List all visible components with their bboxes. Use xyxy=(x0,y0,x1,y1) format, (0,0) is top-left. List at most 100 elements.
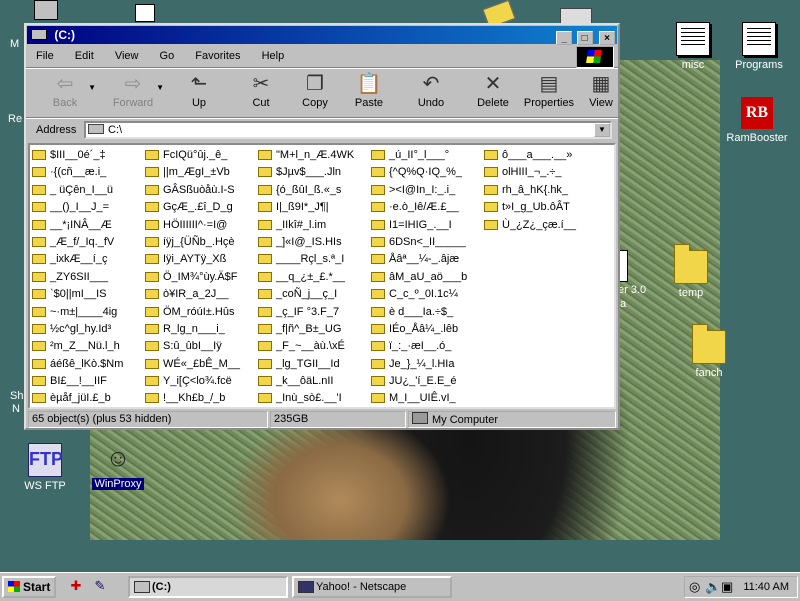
file-item[interactable]: M_I__UIÊ.vI_ xyxy=(371,390,484,407)
file-item[interactable]: _Inù_sò£.__'I xyxy=(258,390,371,407)
file-item[interactable]: Je_}_¼_l.HIa xyxy=(371,356,484,373)
file-item[interactable]: èµåf_jüI.£_b xyxy=(32,390,145,407)
menu-favorites[interactable]: Favorites xyxy=(185,50,248,62)
file-item[interactable]: ||m_ÆgI_±Vb xyxy=(145,164,258,181)
file-item[interactable]: IÉo_Åâ¼_.lêb xyxy=(371,321,484,338)
tray-app-icon[interactable]: ◎ xyxy=(689,579,700,595)
file-item[interactable]: __()_I__J_= xyxy=(32,199,145,216)
file-item[interactable]: 6DSn<_II_____ xyxy=(371,234,484,251)
menu-go[interactable]: Go xyxy=(150,50,183,62)
file-item[interactable]: __q_¿±_£.*__ xyxy=(258,269,371,286)
file-item[interactable]: FcIQü°ûj._ê_ xyxy=(145,147,258,164)
network-icon[interactable]: ▣ xyxy=(721,579,733,595)
title-bar[interactable]: (C:) _ □ × xyxy=(27,26,617,45)
file-item[interactable]: Y_i[Ç<lo¾.fcë xyxy=(145,373,258,390)
file-item[interactable]: áéßê_lKò.$Nm xyxy=(32,356,145,373)
file-item[interactable]: _IIkî#_l.im xyxy=(258,217,371,234)
menu-edit[interactable]: Edit xyxy=(65,50,102,62)
file-item[interactable]: JU¿_'í_E.E_é xyxy=(371,373,484,390)
quicklaunch-swiss-icon[interactable]: ✚ xyxy=(68,578,84,594)
file-item[interactable]: âM_aU_aö___b xyxy=(371,269,484,286)
file-item[interactable]: Åâª__¼-_.âjæ xyxy=(371,251,484,268)
file-item[interactable]: S:û_ûbI__Iÿ xyxy=(145,338,258,355)
file-item[interactable]: _F_~__àù.\xÉ xyxy=(258,338,371,355)
file-item[interactable]: ÖM_róúI±.Hûs xyxy=(145,304,258,321)
file-item[interactable]: ~·m±|____4ig xyxy=(32,304,145,321)
desktop-icon-partial-top-left[interactable] xyxy=(0,0,58,20)
file-item[interactable]: è d___Ia.÷$_ xyxy=(371,304,484,321)
file-item[interactable]: ï_:_·æI__.ó_ xyxy=(371,338,484,355)
task-explorer[interactable]: (C:) xyxy=(128,576,288,598)
close-button[interactable]: × xyxy=(599,31,615,45)
file-item[interactable]: Iÿi_AYTÿ_Xß xyxy=(145,251,258,268)
undo-button[interactable]: ↶ Undo xyxy=(404,71,458,109)
paste-button[interactable]: 📋 Paste xyxy=(342,71,396,109)
cut-button[interactable]: ✂ Cut xyxy=(234,71,288,109)
file-item[interactable]: ·{(cñ__æ.i_ xyxy=(32,164,145,181)
file-item[interactable]: HÖIIIIII^·=I@ xyxy=(145,217,258,234)
file-item[interactable]: _Æ_f/_Iq._fV xyxy=(32,234,145,251)
file-item[interactable]: {^Q%Q·IQ_%_ xyxy=(371,164,484,181)
delete-button[interactable]: ✕ Delete xyxy=(466,71,520,109)
file-item[interactable]: olHIII_¬_.÷_ xyxy=(484,164,597,181)
file-item[interactable]: _f|ñ^_B±_UG xyxy=(258,321,371,338)
file-item[interactable]: _]«I@_IS.HIs xyxy=(258,234,371,251)
file-item[interactable]: ·e.ò_Iê/Æ.£__ xyxy=(371,199,484,216)
task-netscape[interactable]: Yahoo! - Netscape xyxy=(292,576,452,598)
file-item[interactable]: C_c_º_0I.1c¼ xyxy=(371,286,484,303)
file-item[interactable]: ><I@In_I:_.i_ xyxy=(371,182,484,199)
file-item[interactable]: "M+l_n_Æ.4WK xyxy=(258,147,371,164)
file-item[interactable]: ò¥IR_a_2J__ xyxy=(145,286,258,303)
file-item[interactable]: ô___a___.__» xyxy=(484,147,597,164)
file-item[interactable]: ½c^gl_hy.Id³ xyxy=(32,321,145,338)
up-button[interactable]: ⬑ Up xyxy=(172,71,226,109)
desktop-icon-winproxy[interactable]: ☺ WinProxy xyxy=(78,443,158,490)
clock[interactable]: 11:40 AM xyxy=(743,577,789,597)
file-item[interactable]: Ö_IM¾°ùy.Ä$F xyxy=(145,269,258,286)
back-button[interactable]: ⇦ Back ▼ xyxy=(38,71,96,109)
file-item[interactable]: R_lg_n___i_ xyxy=(145,321,258,338)
file-item[interactable]: !__Kh£b_/_b xyxy=(145,390,258,407)
file-item[interactable]: t»I_g_Ub.ôÂT xyxy=(484,199,597,216)
file-item[interactable]: {ó_ßûI_ß.«_s xyxy=(258,182,371,199)
quicklaunch-notepad-icon[interactable]: ✎ xyxy=(92,578,108,594)
forward-button[interactable]: ⇨ Forward ▼ xyxy=(106,71,164,109)
file-item[interactable]: _ixkÆ__í_ç xyxy=(32,251,145,268)
minimize-button[interactable]: _ xyxy=(556,31,573,45)
desktop-icon-programs[interactable]: Programs xyxy=(719,22,799,71)
file-item[interactable]: _ üÇên_I__ü xyxy=(32,182,145,199)
file-item[interactable]: _k__ôäL.nII xyxy=(258,373,371,390)
views-button[interactable]: ▦ View xyxy=(584,71,618,109)
menu-file[interactable]: File xyxy=(26,50,62,62)
file-item[interactable]: _ç_IF °3.F_7 xyxy=(258,304,371,321)
volume-icon[interactable]: 🔈 xyxy=(705,579,721,595)
address-input[interactable]: C:\ ▼ xyxy=(84,121,612,139)
file-item[interactable]: I|_ß9I*_J¶| xyxy=(258,199,371,216)
file-item[interactable]: rh_â_hK{.hk_ xyxy=(484,182,597,199)
partial-disk-icon[interactable] xyxy=(135,4,155,22)
file-item[interactable]: `$0||mI__IS xyxy=(32,286,145,303)
file-item[interactable]: $III__0é´_‡ xyxy=(32,147,145,164)
file-item[interactable]: _ú_II°_l___° xyxy=(371,147,484,164)
file-item[interactable]: I1=IHIG_.__I xyxy=(371,217,484,234)
properties-button[interactable]: ▤ Properties xyxy=(520,71,578,109)
file-item[interactable]: _lg_TGII__Id xyxy=(258,356,371,373)
copy-button[interactable]: ❐ Copy xyxy=(288,71,342,109)
file-list-pane[interactable]: $III__0é´_‡ ·{(cñ__æ.i_ _ üÇên_I__ü __()_I_… xyxy=(28,143,616,409)
file-item[interactable]: $Jµv$___.Jln xyxy=(258,164,371,181)
file-item[interactable]: BI£__!__IIF xyxy=(32,373,145,390)
partial-drive-icon[interactable] xyxy=(560,8,592,24)
maximize-button[interactable]: □ xyxy=(576,31,593,45)
menu-view[interactable]: View xyxy=(105,50,147,62)
file-item[interactable]: Ù_¿Z¿_çæ.í__ xyxy=(484,217,597,234)
start-button[interactable]: Start xyxy=(2,576,56,598)
file-item[interactable]: ____Rçl_s.ª_I xyxy=(258,251,371,268)
file-item[interactable]: _ZY6SII___ xyxy=(32,269,145,286)
desktop-icon-temp[interactable]: temp xyxy=(651,244,731,299)
desktop-icon-fanch[interactable]: fanch xyxy=(669,324,749,379)
file-item[interactable]: _coÑ_j__ç_I xyxy=(258,286,371,303)
menu-help[interactable]: Help xyxy=(252,50,293,62)
desktop-icon-rambooster[interactable]: RB RamBooster xyxy=(717,97,797,144)
dropdown-arrow-icon[interactable]: ▼ xyxy=(88,83,96,92)
file-item[interactable]: ²m_Z__Nü.l_h xyxy=(32,338,145,355)
